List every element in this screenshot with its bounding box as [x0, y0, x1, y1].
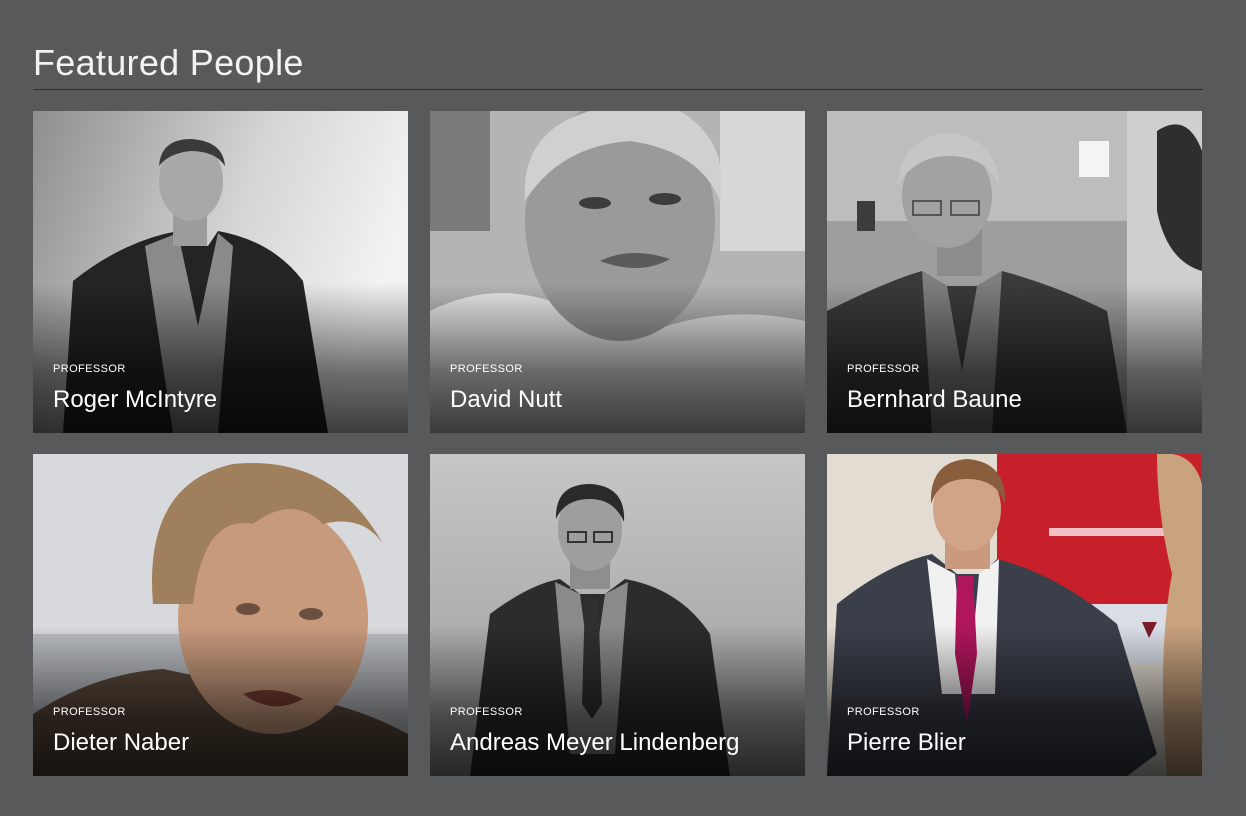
person-card[interactable]: PROFESSOR Bernhard Baune: [827, 111, 1202, 433]
person-card[interactable]: PROFESSOR Dieter Naber: [33, 454, 408, 776]
person-role: PROFESSOR: [450, 363, 523, 375]
title-divider: [33, 89, 1203, 90]
person-card[interactable]: PROFESSOR Roger McIntyre: [33, 111, 408, 433]
person-role: PROFESSOR: [847, 706, 920, 718]
section-title: Featured People: [33, 42, 304, 83]
people-grid: PROFESSOR Roger McIntyre PROFESSOR David…: [33, 111, 1203, 776]
person-role: PROFESSOR: [53, 363, 126, 375]
person-name[interactable]: Dieter Naber: [53, 728, 189, 758]
person-card[interactable]: PROFESSOR Pierre Blier: [827, 454, 1202, 776]
person-card[interactable]: PROFESSOR David Nutt: [430, 111, 805, 433]
person-name[interactable]: Roger McIntyre: [53, 385, 217, 415]
person-role: PROFESSOR: [53, 706, 126, 718]
person-card[interactable]: PROFESSOR Andreas Meyer Lindenberg: [430, 454, 805, 776]
person-name[interactable]: Pierre Blier: [847, 728, 966, 758]
person-name[interactable]: David Nutt: [450, 385, 562, 415]
person-name[interactable]: Andreas Meyer Lindenberg: [450, 728, 740, 758]
person-name[interactable]: Bernhard Baune: [847, 385, 1022, 415]
person-role: PROFESSOR: [847, 363, 920, 375]
person-role: PROFESSOR: [450, 706, 523, 718]
